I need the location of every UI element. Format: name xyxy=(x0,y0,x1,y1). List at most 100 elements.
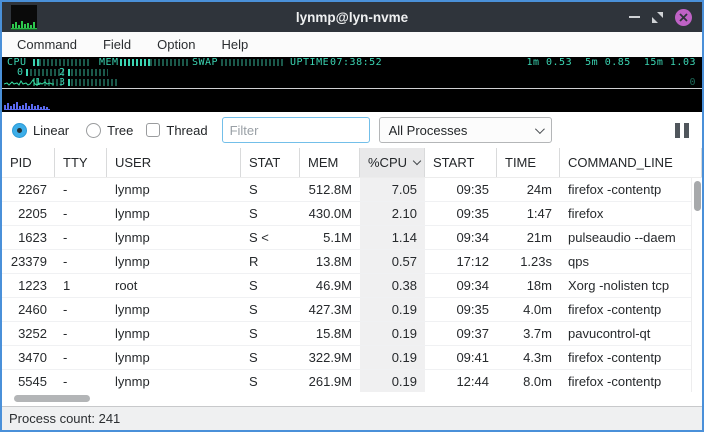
cell-stat: R xyxy=(241,250,300,273)
column-header-user[interactable]: USER xyxy=(107,148,241,177)
cell-stat: S < xyxy=(241,226,300,249)
cell-user: lynmp xyxy=(107,322,241,345)
swap-counter: 0 xyxy=(689,78,696,88)
cell-tty: - xyxy=(55,178,107,201)
cell-cpu: 2.10 xyxy=(360,202,425,225)
process-table: 2267-lynmpS512.8M7.0509:3524mfirefox -co… xyxy=(2,178,702,392)
pause-button[interactable] xyxy=(675,123,689,138)
menu-item-command[interactable]: Command xyxy=(4,32,90,57)
cell-user: lynmp xyxy=(107,178,241,201)
cell-mem: 13.8M xyxy=(300,250,360,273)
horizontal-scrollbar[interactable] xyxy=(2,392,702,406)
close-icon[interactable] xyxy=(675,9,692,26)
cell-cmd: Xorg -nolisten tcp xyxy=(560,274,702,297)
cell-pid: 3470 xyxy=(2,346,55,369)
vertical-scrollbar-thumb[interactable] xyxy=(694,181,701,211)
cell-cpu: 1.14 xyxy=(360,226,425,249)
cell-start: 09:34 xyxy=(425,274,497,297)
column-header-start[interactable]: START xyxy=(425,148,497,177)
cell-stat: S xyxy=(241,202,300,225)
table-row[interactable]: 3470-lynmpS322.9M0.1909:414.3mfirefox -c… xyxy=(2,346,702,370)
swap-label: SWAP xyxy=(192,58,218,68)
table-row[interactable]: 2460-lynmpS427.3M0.1909:354.0mfirefox -c… xyxy=(2,298,702,322)
column-header-command-line[interactable]: COMMAND_LINE xyxy=(560,148,702,177)
cell-cpu: 7.05 xyxy=(360,178,425,201)
window-title: lynmp@lyn-nvme xyxy=(2,10,702,25)
table-row[interactable]: 2267-lynmpS512.8M7.0509:3524mfirefox -co… xyxy=(2,178,702,202)
column-header-time[interactable]: TIME xyxy=(497,148,560,177)
titlebar[interactable]: lynmp@lyn-nvme xyxy=(2,2,702,32)
column-header-label: MEM xyxy=(308,155,338,170)
process-count: Process count: 241 xyxy=(9,411,120,426)
column-header--cpu[interactable]: %CPU xyxy=(360,148,425,177)
thread-checkbox[interactable] xyxy=(146,123,160,137)
cell-pid: 1623 xyxy=(2,226,55,249)
cell-user: lynmp xyxy=(107,370,241,392)
menu-item-help[interactable]: Help xyxy=(208,32,261,57)
vertical-scrollbar[interactable] xyxy=(691,178,702,392)
cell-tty: - xyxy=(55,250,107,273)
cell-tty: - xyxy=(55,322,107,345)
cell-mem: 430.0M xyxy=(300,202,360,225)
column-header-label: %CPU xyxy=(368,155,407,170)
tree-radio[interactable] xyxy=(86,123,101,138)
cell-cpu: 0.19 xyxy=(360,346,425,369)
cell-tty: - xyxy=(55,202,107,225)
cell-cpu: 0.19 xyxy=(360,370,425,392)
table-row[interactable]: 23379-lynmpR13.8M0.5717:121.23sqps xyxy=(2,250,702,274)
cell-cpu: 0.19 xyxy=(360,322,425,345)
column-header-label: TIME xyxy=(505,155,536,170)
cell-cpu: 0.57 xyxy=(360,250,425,273)
cell-start: 09:35 xyxy=(425,178,497,201)
menu-item-option[interactable]: Option xyxy=(144,32,208,57)
cell-cmd: firefox -contentp xyxy=(560,346,702,369)
cell-cpu: 0.19 xyxy=(360,298,425,321)
column-header-tty[interactable]: TTY xyxy=(55,148,107,177)
cell-cmd: pavucontrol-qt xyxy=(560,322,702,345)
cell-mem: 322.9M xyxy=(300,346,360,369)
cell-time: 18m xyxy=(497,274,560,297)
cell-start: 17:12 xyxy=(425,250,497,273)
linear-label: Linear xyxy=(33,123,69,138)
cell-pid: 2460 xyxy=(2,298,55,321)
cell-time: 4.0m xyxy=(497,298,560,321)
chevron-down-icon xyxy=(535,124,545,134)
cpu-gauge xyxy=(33,59,91,66)
table-row[interactable]: 12231rootS46.9M0.3809:3418mXorg -noliste… xyxy=(2,274,702,298)
column-header-pid[interactable]: PID xyxy=(2,148,55,177)
cell-cmd: firefox -contentp xyxy=(560,370,702,392)
table-row[interactable]: 3252-lynmpS15.8M0.1909:373.7mpavucontrol… xyxy=(2,322,702,346)
cell-user: root xyxy=(107,274,241,297)
cell-start: 09:41 xyxy=(425,346,497,369)
app-window: lynmp@lyn-nvme CommandFieldOptionHelp CP… xyxy=(0,0,704,432)
linear-radio[interactable] xyxy=(12,123,27,138)
cell-cpu: 0.38 xyxy=(360,274,425,297)
cell-stat: S xyxy=(241,346,300,369)
horizontal-scrollbar-thumb[interactable] xyxy=(14,395,90,402)
restore-icon[interactable] xyxy=(651,11,664,24)
cell-start: 09:35 xyxy=(425,202,497,225)
cell-cmd: firefox xyxy=(560,202,702,225)
column-header-mem[interactable]: MEM xyxy=(300,148,360,177)
cell-user: lynmp xyxy=(107,202,241,225)
system-monitor-graph[interactable]: CPU MEM SWAP UPTIME 07:38:52 1m 0.53 5m … xyxy=(2,57,702,112)
column-header-stat[interactable]: STAT xyxy=(241,148,300,177)
cell-tty: - xyxy=(55,370,107,392)
cell-start: 12:44 xyxy=(425,370,497,392)
minimize-icon[interactable] xyxy=(629,16,640,18)
uptime-value: 07:38:52 xyxy=(330,58,382,68)
process-scope-value: All Processes xyxy=(389,123,535,138)
sort-descending-icon xyxy=(413,157,421,165)
filter-input[interactable] xyxy=(222,117,370,143)
column-header-label: TTY xyxy=(63,155,88,170)
load-histogram xyxy=(4,101,50,110)
table-row[interactable]: 2205-lynmpS430.0M2.1009:351:47firefox xyxy=(2,202,702,226)
cell-time: 1.23s xyxy=(497,250,560,273)
process-scope-select[interactable]: All Processes xyxy=(379,117,552,143)
menu-item-field[interactable]: Field xyxy=(90,32,144,57)
table-row[interactable]: 1623-lynmpS <5.1M1.1409:3421mpulseaudio … xyxy=(2,226,702,250)
core3-label: 3 xyxy=(59,78,66,88)
mem-label: MEM xyxy=(99,58,119,68)
table-row[interactable]: 5545-lynmpS261.9M0.1912:448.0mfirefox -c… xyxy=(2,370,702,392)
cell-time: 21m xyxy=(497,226,560,249)
